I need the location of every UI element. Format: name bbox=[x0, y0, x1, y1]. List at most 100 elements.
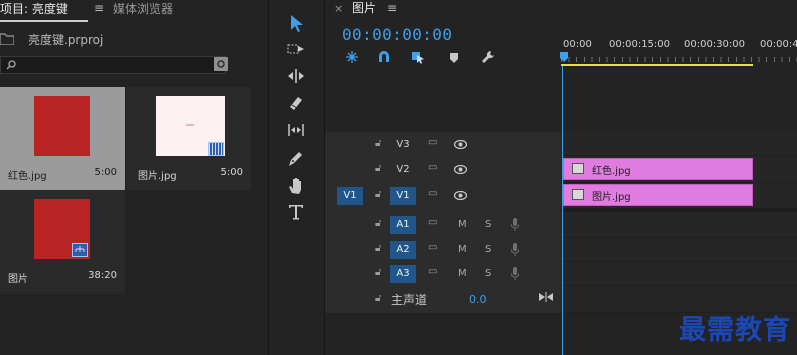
sync-lock-film-icon[interactable]: ▭ bbox=[428, 242, 437, 253]
slip-icon bbox=[288, 124, 304, 136]
pen-tool[interactable] bbox=[283, 146, 309, 170]
tab-project-label: 项目: 亮度键 bbox=[0, 2, 68, 16]
track-v1: V1 🔓︎ V1 ▭ bbox=[325, 185, 561, 209]
slip-tool[interactable] bbox=[283, 118, 309, 142]
type-icon bbox=[289, 205, 303, 220]
track-master: 🔓︎ 主声道 0.0 bbox=[325, 289, 561, 313]
project-item-red[interactable]: 红色.jpg 5:00 bbox=[0, 87, 125, 190]
project-panel-menu-icon[interactable]: ≡ bbox=[94, 1, 104, 15]
source-patch-v1[interactable]: V1 bbox=[337, 187, 363, 205]
project-item-sequence[interactable]: 图片 38:20 bbox=[0, 190, 125, 293]
ripple-edit-icon bbox=[288, 69, 304, 83]
work-area-bar[interactable] bbox=[561, 64, 753, 66]
track-lane-v3[interactable] bbox=[561, 132, 797, 156]
timeline-clip[interactable]: 红色.jpg bbox=[563, 158, 753, 180]
nest-sequence-icon[interactable] bbox=[345, 50, 359, 64]
track-lane-a1[interactable] bbox=[561, 212, 797, 238]
track-select-icon bbox=[287, 44, 304, 54]
go-to-in-out-icon[interactable] bbox=[539, 292, 553, 302]
solo-button[interactable]: S bbox=[485, 268, 491, 279]
item-name: 图片 bbox=[8, 274, 28, 285]
type-tool[interactable] bbox=[283, 200, 309, 224]
ruler-label: 00:00:15:00 bbox=[609, 39, 671, 50]
snap-magnet-icon[interactable] bbox=[377, 50, 391, 64]
item-name: 红色.jpg bbox=[8, 171, 47, 182]
microphone-icon[interactable] bbox=[511, 218, 519, 231]
lock-icon[interactable]: 🔓︎ bbox=[375, 163, 381, 174]
track-a1: 🔓︎ A1 ▭ M S bbox=[325, 214, 561, 238]
project-file-row: 亮度键.prproj bbox=[0, 28, 268, 50]
sync-lock-film-icon[interactable]: ▭ bbox=[428, 266, 437, 277]
sync-lock-film-icon[interactable]: ▭ bbox=[428, 188, 437, 199]
tab-media-browser[interactable]: 媒体浏览器 bbox=[113, 0, 173, 20]
selection-tool[interactable] bbox=[283, 11, 309, 35]
track-target-a1[interactable]: A1 bbox=[390, 216, 416, 234]
track-lane-a2[interactable] bbox=[561, 238, 797, 262]
hand-icon bbox=[289, 178, 301, 194]
lock-icon[interactable]: 🔓︎ bbox=[375, 138, 381, 149]
ruler-label: 00:00:45 bbox=[760, 39, 797, 50]
lock-icon[interactable]: 🔓︎ bbox=[375, 189, 381, 200]
timeline-clip[interactable]: 图片.jpg bbox=[563, 184, 753, 206]
playhead-line[interactable] bbox=[562, 66, 563, 355]
playhead-timecode[interactable]: 00:00:00:00 bbox=[342, 25, 452, 44]
image-sequence-badge-icon bbox=[208, 142, 224, 156]
eye-icon[interactable] bbox=[454, 191, 467, 200]
item-duration: 5:00 bbox=[94, 167, 117, 178]
new-search-bin-icon[interactable] bbox=[214, 57, 228, 71]
solo-button[interactable]: S bbox=[485, 244, 491, 255]
microphone-icon[interactable] bbox=[511, 243, 519, 256]
sync-lock-film-icon[interactable]: ▭ bbox=[428, 137, 437, 148]
timeline-menu-icon[interactable]: ≡ bbox=[387, 0, 397, 17]
track-select-tool[interactable] bbox=[283, 37, 309, 61]
tab-sequence[interactable]: 图片 bbox=[352, 0, 376, 17]
sync-lock-film-icon[interactable]: ▭ bbox=[428, 162, 437, 173]
playhead-marker-icon[interactable] bbox=[560, 52, 568, 62]
master-volume-value[interactable]: 0.0 bbox=[469, 293, 487, 306]
lock-icon[interactable]: 🔓︎ bbox=[375, 267, 381, 278]
track-target-v3[interactable]: V3 bbox=[390, 136, 416, 154]
thumbnail bbox=[34, 96, 90, 156]
track-target-v2[interactable]: V2 bbox=[390, 161, 416, 179]
eye-icon[interactable] bbox=[454, 165, 467, 174]
timeline-panel: × 图片 ≡ 00:00:00:00 00:00 00:00:15:00 00:… bbox=[324, 0, 797, 355]
razor-icon bbox=[290, 97, 302, 110]
item-name: 图片.jpg bbox=[138, 171, 177, 182]
sync-lock-film-icon[interactable]: ▭ bbox=[428, 217, 437, 228]
tab-media-browser-label: 媒体浏览器 bbox=[113, 2, 174, 16]
close-tab-icon[interactable]: × bbox=[334, 0, 343, 17]
lock-icon[interactable]: 🔓︎ bbox=[375, 293, 381, 304]
clip-name: 红色.jpg bbox=[592, 166, 631, 177]
linked-selection-icon[interactable] bbox=[411, 50, 425, 64]
mute-button[interactable]: M bbox=[458, 219, 467, 230]
solo-button[interactable]: S bbox=[485, 219, 491, 230]
lock-icon[interactable]: 🔓︎ bbox=[375, 243, 381, 254]
time-ruler[interactable]: 00:00 00:00:15:00 00:00:30:00 00:00:45 bbox=[560, 28, 797, 68]
microphone-icon[interactable] bbox=[511, 267, 519, 280]
eye-icon[interactable] bbox=[454, 140, 467, 149]
ruler-label: 00:00 bbox=[563, 39, 592, 50]
sequence-badge-icon bbox=[72, 243, 88, 257]
mute-button[interactable]: M bbox=[458, 268, 467, 279]
tab-project[interactable]: 项目: 亮度键 bbox=[0, 0, 88, 22]
search-input[interactable] bbox=[0, 56, 226, 74]
item-duration: 5:00 bbox=[220, 167, 243, 178]
track-target-a3[interactable]: A3 bbox=[390, 265, 416, 283]
lock-icon[interactable]: 🔓︎ bbox=[375, 218, 381, 229]
mute-button[interactable]: M bbox=[458, 244, 467, 255]
clip-fx-icon bbox=[572, 163, 584, 174]
razor-tool[interactable] bbox=[283, 91, 309, 115]
timeline-settings-wrench-icon[interactable] bbox=[481, 50, 495, 64]
track-a2: 🔓︎ A2 ▭ M S bbox=[325, 239, 561, 263]
pen-icon bbox=[289, 152, 302, 166]
track-a3: 🔓︎ A3 ▭ M S bbox=[325, 263, 561, 287]
item-duration: 38:20 bbox=[88, 270, 117, 281]
add-marker-icon[interactable] bbox=[449, 52, 459, 64]
track-target-a2[interactable]: A2 bbox=[390, 241, 416, 259]
track-lane-a3[interactable] bbox=[561, 262, 797, 286]
ripple-edit-tool[interactable] bbox=[283, 64, 309, 88]
search-icon bbox=[6, 60, 16, 70]
hand-tool[interactable] bbox=[283, 173, 309, 197]
track-target-v1[interactable]: V1 bbox=[390, 187, 416, 205]
project-item-image[interactable]: 图片.jpg 5:00 bbox=[126, 87, 251, 190]
